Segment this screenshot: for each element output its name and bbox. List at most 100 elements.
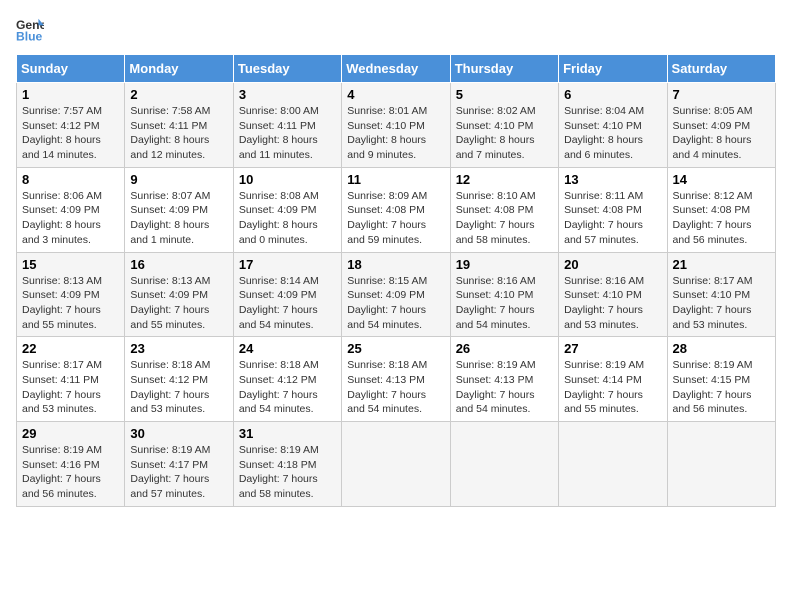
day-number: 29 <box>22 426 119 441</box>
day-info: Sunrise: 8:17 AMSunset: 4:11 PMDaylight:… <box>22 359 102 415</box>
calendar-cell: 18 Sunrise: 8:15 AMSunset: 4:09 PMDaylig… <box>342 252 450 337</box>
day-info: Sunrise: 8:01 AMSunset: 4:10 PMDaylight:… <box>347 105 427 161</box>
day-number: 6 <box>564 87 661 102</box>
calendar-cell: 13 Sunrise: 8:11 AMSunset: 4:08 PMDaylig… <box>559 167 667 252</box>
day-info: Sunrise: 8:18 AMSunset: 4:12 PMDaylight:… <box>239 359 319 415</box>
day-info: Sunrise: 8:18 AMSunset: 4:13 PMDaylight:… <box>347 359 427 415</box>
day-number: 10 <box>239 172 336 187</box>
calendar-cell: 31 Sunrise: 8:19 AMSunset: 4:18 PMDaylig… <box>233 422 341 507</box>
calendar-table: SundayMondayTuesdayWednesdayThursdayFrid… <box>16 54 776 507</box>
day-info: Sunrise: 8:19 AMSunset: 4:15 PMDaylight:… <box>673 359 753 415</box>
day-number: 14 <box>673 172 770 187</box>
calendar-cell <box>559 422 667 507</box>
day-info: Sunrise: 8:12 AMSunset: 4:08 PMDaylight:… <box>673 190 753 246</box>
calendar-cell: 29 Sunrise: 8:19 AMSunset: 4:16 PMDaylig… <box>17 422 125 507</box>
calendar-cell: 25 Sunrise: 8:18 AMSunset: 4:13 PMDaylig… <box>342 337 450 422</box>
calendar-cell: 9 Sunrise: 8:07 AMSunset: 4:09 PMDayligh… <box>125 167 233 252</box>
weekday-header: Tuesday <box>233 55 341 83</box>
day-number: 22 <box>22 341 119 356</box>
calendar-cell <box>342 422 450 507</box>
day-info: Sunrise: 8:08 AMSunset: 4:09 PMDaylight:… <box>239 190 319 246</box>
day-number: 12 <box>456 172 553 187</box>
day-number: 4 <box>347 87 444 102</box>
weekday-header: Monday <box>125 55 233 83</box>
svg-text:Blue: Blue <box>16 29 43 43</box>
day-info: Sunrise: 8:19 AMSunset: 4:16 PMDaylight:… <box>22 444 102 500</box>
day-number: 17 <box>239 257 336 272</box>
day-number: 20 <box>564 257 661 272</box>
day-number: 26 <box>456 341 553 356</box>
day-number: 7 <box>673 87 770 102</box>
day-info: Sunrise: 8:16 AMSunset: 4:10 PMDaylight:… <box>456 275 536 331</box>
day-info: Sunrise: 7:57 AMSunset: 4:12 PMDaylight:… <box>22 105 102 161</box>
weekday-header: Sunday <box>17 55 125 83</box>
calendar-cell: 28 Sunrise: 8:19 AMSunset: 4:15 PMDaylig… <box>667 337 775 422</box>
weekday-header: Thursday <box>450 55 558 83</box>
day-number: 15 <box>22 257 119 272</box>
calendar-cell: 23 Sunrise: 8:18 AMSunset: 4:12 PMDaylig… <box>125 337 233 422</box>
day-number: 5 <box>456 87 553 102</box>
calendar-cell: 22 Sunrise: 8:17 AMSunset: 4:11 PMDaylig… <box>17 337 125 422</box>
day-number: 23 <box>130 341 227 356</box>
day-info: Sunrise: 8:19 AMSunset: 4:17 PMDaylight:… <box>130 444 210 500</box>
calendar-cell: 2 Sunrise: 7:58 AMSunset: 4:11 PMDayligh… <box>125 83 233 168</box>
day-info: Sunrise: 8:13 AMSunset: 4:09 PMDaylight:… <box>22 275 102 331</box>
day-info: Sunrise: 8:19 AMSunset: 4:18 PMDaylight:… <box>239 444 319 500</box>
day-info: Sunrise: 8:02 AMSunset: 4:10 PMDaylight:… <box>456 105 536 161</box>
day-info: Sunrise: 8:09 AMSunset: 4:08 PMDaylight:… <box>347 190 427 246</box>
calendar-cell: 20 Sunrise: 8:16 AMSunset: 4:10 PMDaylig… <box>559 252 667 337</box>
day-info: Sunrise: 8:17 AMSunset: 4:10 PMDaylight:… <box>673 275 753 331</box>
day-info: Sunrise: 8:04 AMSunset: 4:10 PMDaylight:… <box>564 105 644 161</box>
calendar-cell: 14 Sunrise: 8:12 AMSunset: 4:08 PMDaylig… <box>667 167 775 252</box>
calendar-cell: 24 Sunrise: 8:18 AMSunset: 4:12 PMDaylig… <box>233 337 341 422</box>
calendar-cell: 1 Sunrise: 7:57 AMSunset: 4:12 PMDayligh… <box>17 83 125 168</box>
day-info: Sunrise: 8:11 AMSunset: 4:08 PMDaylight:… <box>564 190 643 246</box>
day-number: 3 <box>239 87 336 102</box>
day-number: 21 <box>673 257 770 272</box>
day-number: 31 <box>239 426 336 441</box>
weekday-header: Friday <box>559 55 667 83</box>
calendar-cell <box>667 422 775 507</box>
day-number: 24 <box>239 341 336 356</box>
calendar-cell: 26 Sunrise: 8:19 AMSunset: 4:13 PMDaylig… <box>450 337 558 422</box>
day-number: 13 <box>564 172 661 187</box>
day-info: Sunrise: 8:06 AMSunset: 4:09 PMDaylight:… <box>22 190 102 246</box>
calendar-cell <box>450 422 558 507</box>
calendar-cell: 6 Sunrise: 8:04 AMSunset: 4:10 PMDayligh… <box>559 83 667 168</box>
calendar-cell: 7 Sunrise: 8:05 AMSunset: 4:09 PMDayligh… <box>667 83 775 168</box>
calendar-cell: 17 Sunrise: 8:14 AMSunset: 4:09 PMDaylig… <box>233 252 341 337</box>
day-info: Sunrise: 8:15 AMSunset: 4:09 PMDaylight:… <box>347 275 427 331</box>
logo-icon: General Blue <box>16 16 44 44</box>
day-info: Sunrise: 8:18 AMSunset: 4:12 PMDaylight:… <box>130 359 210 415</box>
day-number: 16 <box>130 257 227 272</box>
day-number: 9 <box>130 172 227 187</box>
day-number: 30 <box>130 426 227 441</box>
day-number: 8 <box>22 172 119 187</box>
calendar-cell: 3 Sunrise: 8:00 AMSunset: 4:11 PMDayligh… <box>233 83 341 168</box>
calendar-cell: 5 Sunrise: 8:02 AMSunset: 4:10 PMDayligh… <box>450 83 558 168</box>
day-info: Sunrise: 8:05 AMSunset: 4:09 PMDaylight:… <box>673 105 753 161</box>
weekday-header: Wednesday <box>342 55 450 83</box>
weekday-header: Saturday <box>667 55 775 83</box>
day-info: Sunrise: 8:13 AMSunset: 4:09 PMDaylight:… <box>130 275 210 331</box>
calendar-cell: 12 Sunrise: 8:10 AMSunset: 4:08 PMDaylig… <box>450 167 558 252</box>
page-header: General Blue <box>16 16 776 44</box>
day-info: Sunrise: 8:16 AMSunset: 4:10 PMDaylight:… <box>564 275 644 331</box>
day-number: 11 <box>347 172 444 187</box>
logo: General Blue <box>16 16 44 44</box>
day-number: 27 <box>564 341 661 356</box>
calendar-cell: 15 Sunrise: 8:13 AMSunset: 4:09 PMDaylig… <box>17 252 125 337</box>
calendar-cell: 10 Sunrise: 8:08 AMSunset: 4:09 PMDaylig… <box>233 167 341 252</box>
calendar-cell: 11 Sunrise: 8:09 AMSunset: 4:08 PMDaylig… <box>342 167 450 252</box>
day-number: 19 <box>456 257 553 272</box>
day-info: Sunrise: 8:10 AMSunset: 4:08 PMDaylight:… <box>456 190 536 246</box>
calendar-cell: 30 Sunrise: 8:19 AMSunset: 4:17 PMDaylig… <box>125 422 233 507</box>
day-number: 25 <box>347 341 444 356</box>
calendar-cell: 19 Sunrise: 8:16 AMSunset: 4:10 PMDaylig… <box>450 252 558 337</box>
day-info: Sunrise: 8:14 AMSunset: 4:09 PMDaylight:… <box>239 275 319 331</box>
day-number: 18 <box>347 257 444 272</box>
calendar-cell: 8 Sunrise: 8:06 AMSunset: 4:09 PMDayligh… <box>17 167 125 252</box>
day-info: Sunrise: 8:19 AMSunset: 4:14 PMDaylight:… <box>564 359 644 415</box>
day-info: Sunrise: 8:19 AMSunset: 4:13 PMDaylight:… <box>456 359 536 415</box>
day-number: 1 <box>22 87 119 102</box>
